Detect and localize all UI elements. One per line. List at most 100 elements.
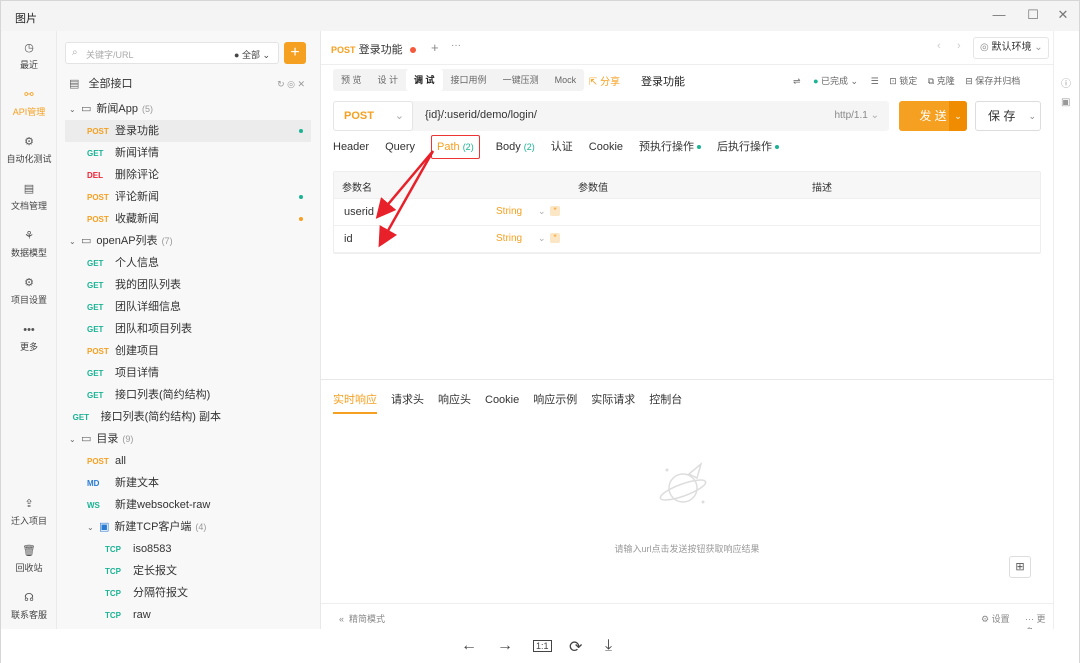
share-button[interactable]: ⇱ 分享 <box>589 73 620 88</box>
mode-tab[interactable]: 设 计 <box>370 69 407 91</box>
tree-api-item[interactable]: GET 接口列表(简约结构) 副本 <box>65 406 311 428</box>
tree-api-item[interactable]: TCP 分隔符报文 <box>65 582 311 604</box>
request-tab[interactable]: 预执行操作 <box>639 136 702 158</box>
response-tab[interactable]: Cookie <box>485 388 519 412</box>
tree-api-item[interactable]: POST 登录功能 <box>65 120 311 142</box>
url-input[interactable]: {id}/:userid/demo/login/ <box>425 109 537 121</box>
chevron-down-icon[interactable]: ⌄ <box>538 233 546 244</box>
response-tab[interactable]: 请求头 <box>391 388 424 412</box>
minimize-icon[interactable]: — <box>991 7 1007 23</box>
env-select[interactable]: ◎ 默认环境 ⌄ <box>973 37 1049 59</box>
layout-icon[interactable]: ⊞ <box>1009 556 1031 578</box>
rail-item-4[interactable]: ⚘ 数据模型 <box>1 229 57 259</box>
chevron-down-icon[interactable]: ⌄ <box>87 517 99 539</box>
tree-api-item[interactable]: WS 新建websocket-raw <box>65 494 311 516</box>
tree-api-item[interactable]: POST 收藏新闻 <box>65 208 311 230</box>
request-tab[interactable]: 认证 <box>551 136 573 158</box>
tree-api-item[interactable]: TCP iso8583 <box>65 538 311 560</box>
request-tab[interactable]: 后执行操作 <box>717 136 780 158</box>
chevron-down-icon[interactable]: ⌄ <box>69 99 81 121</box>
settings-button[interactable]: ⚙ 设置 <box>981 612 1010 625</box>
request-tab[interactable]: Path (2) <box>431 135 480 159</box>
tree-api-item[interactable]: GET 我的团队列表 <box>65 274 311 296</box>
doc-tab-login[interactable]: POST 登录功能 <box>331 41 416 57</box>
rail-item-1[interactable]: ⚯ API管理 <box>1 88 57 118</box>
tab-next-icon[interactable]: › <box>957 40 961 52</box>
rotate-icon[interactable]: ⟳ <box>569 637 582 657</box>
protocol-select[interactable]: http/1.1 ⌄ <box>834 110 879 121</box>
compact-mode-toggle[interactable]: « 精简模式 <box>339 612 385 625</box>
rail-item-6[interactable]: ••• 更多 <box>1 323 57 353</box>
tree-folder[interactable]: ⌄ ▭ openAP列表 (7) <box>65 230 311 252</box>
rail-bottom-item-2[interactable]: ☊ 联系客服 <box>1 591 57 621</box>
tree-api-item[interactable]: POST all <box>65 450 311 472</box>
required-icon[interactable]: * <box>550 206 560 216</box>
rail-item-2[interactable]: ⚙ 自动化测试 <box>1 135 57 165</box>
sort-icon[interactable]: ⇌ <box>793 76 801 86</box>
method-select[interactable]: POST ⌄ <box>333 101 413 131</box>
rail-bottom-item-0[interactable]: ⇪ 迁入项目 <box>1 497 57 527</box>
tree-tool-icons[interactable]: ↻ ◎ ✕ <box>277 73 305 95</box>
search-input[interactable]: ⌕ 关键字/URL ● 全部 ⌄ <box>65 42 279 64</box>
chevron-down-icon[interactable]: ⌄ <box>69 429 81 451</box>
response-tab[interactable]: 实时响应 <box>333 388 377 414</box>
arrow-right-icon[interactable]: → <box>497 637 513 655</box>
rail-item-0[interactable]: ◷ 最近 <box>1 41 57 71</box>
info-icon[interactable]: ⓘ <box>1061 75 1071 90</box>
tree-api-item[interactable]: POST 创建项目 <box>65 340 311 362</box>
actual-size-icon[interactable]: 1:1 <box>533 640 552 652</box>
save-button[interactable]: 保 存 ⌄ <box>975 101 1041 131</box>
rail-item-3[interactable]: ▤ 文档管理 <box>1 182 57 212</box>
mode-tab[interactable]: 一键压测 <box>495 69 547 91</box>
tree-api-item[interactable]: MD 新建文本 <box>65 472 311 494</box>
param-type-select[interactable]: String <box>496 233 522 244</box>
chevron-down-icon[interactable]: ⌄ <box>538 206 546 217</box>
request-tab[interactable]: Header <box>333 136 369 158</box>
list-icon[interactable]: ☰ <box>871 76 879 86</box>
tree-api-item[interactable]: GET 团队和项目列表 <box>65 318 311 340</box>
tree-api-item[interactable]: POST 评论新闻 <box>65 186 311 208</box>
tab-prev-icon[interactable]: ‹ <box>937 40 941 52</box>
tree-root[interactable]: ▤ 全部接口 ↻ ◎ ✕ <box>69 73 315 95</box>
tree-api-item[interactable]: TCP 定长报文 <box>65 560 311 582</box>
mode-tab[interactable]: Mock <box>547 69 585 91</box>
tree-api-item[interactable]: TCP raw <box>65 604 311 626</box>
add-button[interactable]: + <box>284 42 306 64</box>
chevron-down-icon[interactable]: ⌄ <box>69 231 81 253</box>
status-select[interactable]: ● 已完成 ⌄ <box>813 76 858 86</box>
required-icon[interactable]: * <box>550 233 560 243</box>
response-tab[interactable]: 响应示例 <box>533 388 577 412</box>
tree-api-item[interactable]: GET 新闻详情 <box>65 142 311 164</box>
tree-api-item[interactable]: GET 项目详情 <box>65 362 311 384</box>
arrow-left-icon[interactable]: ← <box>461 637 477 655</box>
tree-api-item[interactable]: GET 个人信息 <box>65 252 311 274</box>
response-tab[interactable]: 控制台 <box>649 388 682 412</box>
save-dropdown-icon[interactable]: ⌄ <box>1028 102 1036 130</box>
tree-folder[interactable]: ⌄ ▭ 目录 (9) <box>65 428 311 450</box>
rail-bottom-item-1[interactable]: 🗑 回收站 <box>1 544 57 574</box>
close-icon[interactable]: ✕ <box>1055 7 1071 23</box>
lock-button[interactable]: ⊡ 锁定 <box>889 76 917 86</box>
request-tab[interactable]: Body (2) <box>496 136 535 158</box>
request-tab[interactable]: Query <box>385 136 415 158</box>
code-icon[interactable]: ▣ <box>1061 97 1070 108</box>
mode-tab[interactable]: 调 试 <box>406 69 443 91</box>
tree-api-item[interactable]: GET 团队详细信息 <box>65 296 311 318</box>
download-icon[interactable]: ⤓ <box>605 637 612 655</box>
tree-folder[interactable]: ⌄ ▣ 新建TCP客户端 (4) <box>65 516 311 538</box>
tab-more-icon[interactable]: ··· <box>451 40 461 51</box>
response-tab[interactable]: 实际请求 <box>591 388 635 412</box>
param-type-select[interactable]: String <box>496 206 522 217</box>
tree-api-item[interactable]: DEL 删除评论 <box>65 164 311 186</box>
request-tab[interactable]: Cookie <box>589 136 623 158</box>
search-scope-select[interactable]: ● 全部 ⌄ <box>234 48 270 61</box>
response-tab[interactable]: 响应头 <box>438 388 471 412</box>
tree-api-item[interactable]: GET 接口列表(简约结构) <box>65 384 311 406</box>
tree-folder[interactable]: ⌄ ▭ 新闻App (5) <box>65 98 311 120</box>
save-archive-button[interactable]: ⊟ 保存并归档 <box>965 76 1020 86</box>
send-dropdown-icon[interactable]: ⌄ <box>949 101 967 131</box>
clone-button[interactable]: ⧉ 克隆 <box>928 76 955 86</box>
mode-tab[interactable]: 预 览 <box>333 69 370 91</box>
maximize-icon[interactable]: ☐ <box>1025 7 1041 23</box>
new-tab-icon[interactable]: + <box>431 40 439 55</box>
